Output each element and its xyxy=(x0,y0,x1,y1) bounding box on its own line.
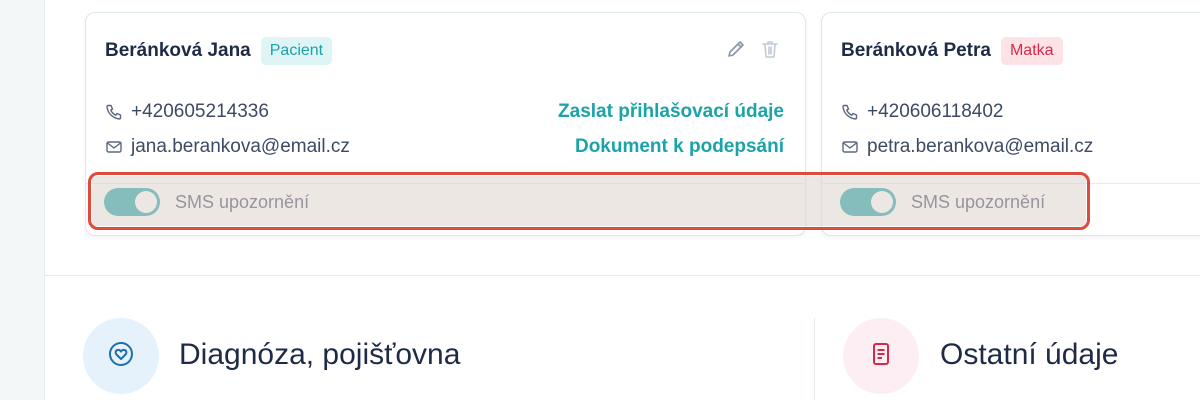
role-badge: Pacient xyxy=(260,37,333,65)
sms-notification-label: SMS upozornění xyxy=(175,191,310,212)
contact-header: Beránková Petra Matka xyxy=(841,37,1063,65)
section-separator xyxy=(814,318,815,400)
envelope-icon xyxy=(105,138,123,156)
sms-notification-row: SMS upozornění xyxy=(840,188,1045,216)
contact-card-patient: Beránková Jana Pacient +420605214336 jan… xyxy=(85,12,806,236)
card-actions xyxy=(725,38,781,60)
contact-name: Beránková Jana xyxy=(105,40,251,61)
phone-row: +420605214336 xyxy=(105,101,269,123)
sms-notification-row: SMS upozornění xyxy=(104,188,309,216)
sms-notification-toggle[interactable] xyxy=(104,188,160,216)
card-divider xyxy=(86,183,805,184)
sms-notification-toggle[interactable] xyxy=(840,188,896,216)
phone-row: +420606118402 xyxy=(841,101,1004,123)
email-address: jana.berankova@email.cz xyxy=(131,136,350,157)
phone-icon xyxy=(105,103,123,121)
send-login-link[interactable]: Zaslat přihlašovací údaje xyxy=(558,101,784,123)
contact-card-mother: Beránková Petra Matka +420606118402 petr… xyxy=(821,12,1200,236)
other-section-icon xyxy=(843,318,919,394)
role-badge: Matka xyxy=(1000,37,1063,65)
document-to-sign-link[interactable]: Dokument k podepsání xyxy=(575,136,784,158)
trash-icon[interactable] xyxy=(759,38,781,60)
toggle-knob xyxy=(871,191,893,213)
email-row: jana.berankova@email.cz xyxy=(105,136,350,158)
diagnosis-section-icon xyxy=(83,318,159,394)
sms-notification-label: SMS upozornění xyxy=(911,191,1046,212)
phone-number: +420606118402 xyxy=(867,101,1004,122)
heart-icon xyxy=(106,339,136,374)
section-divider xyxy=(44,275,1200,276)
section-title-other: Ostatní údaje xyxy=(940,338,1119,371)
contact-name: Beránková Petra xyxy=(841,40,991,61)
card-divider xyxy=(822,183,1200,184)
phone-number: +420605214336 xyxy=(131,101,269,122)
email-address: petra.berankova@email.cz xyxy=(867,136,1094,157)
email-row: petra.berankova@email.cz xyxy=(841,136,1093,158)
section-title-diagnosis: Diagnóza, pojišťovna xyxy=(179,338,461,371)
toggle-knob xyxy=(135,191,157,213)
pencil-icon[interactable] xyxy=(725,38,747,60)
phone-icon xyxy=(841,103,859,121)
contact-header: Beránková Jana Pacient xyxy=(105,37,333,65)
document-icon xyxy=(866,339,896,374)
envelope-icon xyxy=(841,138,859,156)
